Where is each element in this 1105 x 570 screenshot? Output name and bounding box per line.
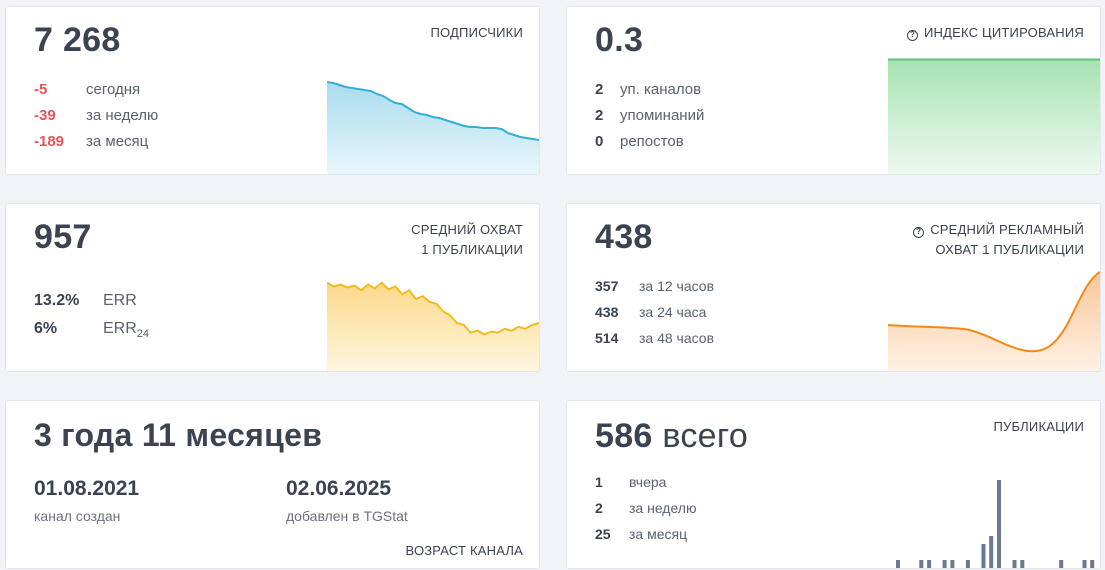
err24-value: 6% [34, 320, 58, 337]
pub-week-value: 2 [595, 500, 603, 516]
reach-value: 957 [34, 218, 92, 256]
change-month-label: за месяц [86, 133, 149, 150]
publication-bar [1082, 560, 1087, 568]
publications-title: ПУБЛИКАЦИИ [993, 419, 1084, 434]
reach-title: СРЕДНИЙ ОХВАТ 1 ПУБЛИКАЦИИ [411, 220, 523, 260]
publication-bar [1012, 560, 1017, 568]
reach-title-line2: 1 ПУБЛИКАЦИИ [421, 242, 523, 257]
publication-bar [965, 560, 970, 568]
pub-week-label: за неделю [629, 500, 697, 516]
added-label: добавлен в TGStat [286, 508, 408, 524]
ad-reach-48h-label: за 48 часов [639, 330, 715, 346]
citation-title: ИНДЕКС ЦИТИРОВАНИЯ [923, 25, 1084, 40]
publication-bar [942, 560, 947, 568]
publication-bar [981, 544, 986, 568]
ad-reach-12h-label: за 12 часов [639, 278, 715, 294]
publication-bar [1059, 560, 1064, 568]
change-today-value: -5 [34, 81, 48, 98]
citation-area-chart [888, 58, 1100, 174]
ad-reach-title: ? СРЕДНИЙ РЕКЛАМНЫЙ ОХВАТ 1 ПУБЛИКАЦИИ [913, 220, 1084, 260]
subscribers-title: ПОДПИСЧИКИ [430, 25, 523, 40]
citation-mentions-value: 2 [595, 107, 604, 124]
err24-sub: 24 [136, 328, 150, 341]
publications-card[interactable]: 586 всего ПУБЛИКАЦИИ 1 вчера 2 за неделю… [566, 400, 1101, 569]
err-label: ERR [103, 292, 137, 309]
pub-month-value: 25 [595, 526, 611, 542]
pub-month-label: за месяц [629, 526, 688, 542]
added-date: 02.06.2025 [286, 477, 392, 500]
ad-reach-curve [888, 271, 1100, 371]
change-week-label: за неделю [86, 107, 159, 124]
subscribers-card[interactable]: 7 268 ПОДПИСЧИКИ -5 сегодня -39 за недел… [5, 6, 540, 175]
publications-bar-chart [896, 480, 1095, 568]
citation-area [888, 59, 1100, 174]
citation-mentions-label: упоминаний [620, 107, 705, 124]
created-label: канал создан [34, 508, 121, 524]
err-value: 13.2% [34, 292, 80, 309]
channel-age-card[interactable]: 3 года 11 месяцев 01.08.2021 канал созда… [5, 400, 540, 569]
publications-suffix: всего [662, 417, 749, 455]
citation-title-wrap: ? ИНДЕКС ЦИТИРОВАНИЯ [906, 23, 1084, 43]
publication-bar [1020, 560, 1025, 568]
publication-bar [1090, 560, 1095, 568]
subscribers-count: 7 268 [34, 21, 121, 59]
publications-total: 586 всего [595, 417, 748, 456]
publication-bar [989, 536, 994, 568]
reach-title-line1: СРЕДНИЙ ОХВАТ [411, 222, 523, 237]
ad-reach-24h-value: 438 [595, 304, 619, 320]
ad-reach-value: 438 [595, 218, 653, 256]
ad-reach-24h-label: за 24 часа [639, 304, 707, 320]
pub-yesterday-value: 1 [595, 474, 603, 490]
err24-label: ERR24 [103, 320, 150, 341]
publication-bar [997, 480, 1001, 568]
publication-bar [927, 560, 932, 568]
citation-reposts-label: репостов [620, 133, 684, 150]
channel-age-value: 3 года 11 месяцев [34, 417, 323, 453]
created-date: 01.08.2021 [34, 477, 140, 500]
question-circle-icon[interactable]: ? [913, 227, 925, 238]
question-circle-icon[interactable]: ? [906, 30, 918, 41]
ad-reach-title-line1: СРЕДНИЙ РЕКЛАМНЫЙ [930, 222, 1084, 237]
subscribers-area [327, 82, 539, 174]
citation-channels-label: уп. каналов [620, 81, 702, 98]
ad-reach-48h-value: 514 [595, 330, 619, 346]
change-week-value: -39 [34, 107, 56, 124]
reach-card[interactable]: 957 СРЕДНИЙ ОХВАТ 1 ПУБЛИКАЦИИ 13.2% ERR… [5, 203, 540, 372]
reach-area [327, 282, 539, 371]
citation-channels-value: 2 [595, 81, 604, 98]
ad-reach-12h-value: 357 [595, 278, 619, 294]
citation-reposts-value: 0 [595, 133, 604, 150]
reach-sparkline [327, 281, 539, 371]
citation-card[interactable]: 0.3 ? ИНДЕКС ЦИТИРОВАНИЯ 2 уп. каналов 2 … [566, 6, 1101, 175]
citation-value: 0.3 [595, 21, 644, 59]
publications-count: 586 [595, 417, 653, 455]
publication-bar [896, 560, 900, 568]
pub-yesterday-label: вчера [629, 474, 667, 490]
subscribers-sparkline [327, 81, 539, 174]
ad-reach-title-line2: ОХВАТ 1 ПУБЛИКАЦИИ [935, 242, 1084, 257]
change-today-label: сегодня [86, 81, 141, 98]
channel-age-title: ВОЗРАСТ КАНАЛА [405, 543, 523, 558]
publication-bar [919, 560, 924, 568]
change-month-value: -189 [34, 133, 65, 150]
publication-bar [950, 560, 955, 568]
ad-reach-card[interactable]: 438 ? СРЕДНИЙ РЕКЛАМНЫЙ ОХВАТ 1 ПУБЛИКАЦИ… [566, 203, 1101, 372]
